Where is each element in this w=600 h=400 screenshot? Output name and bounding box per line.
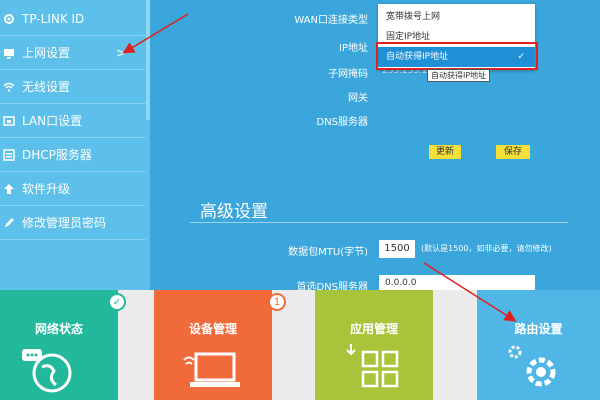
arrow-to-internet-settings (122, 13, 189, 54)
arrow-to-router-settings (423, 262, 517, 322)
annotation-arrows (122, 13, 517, 322)
